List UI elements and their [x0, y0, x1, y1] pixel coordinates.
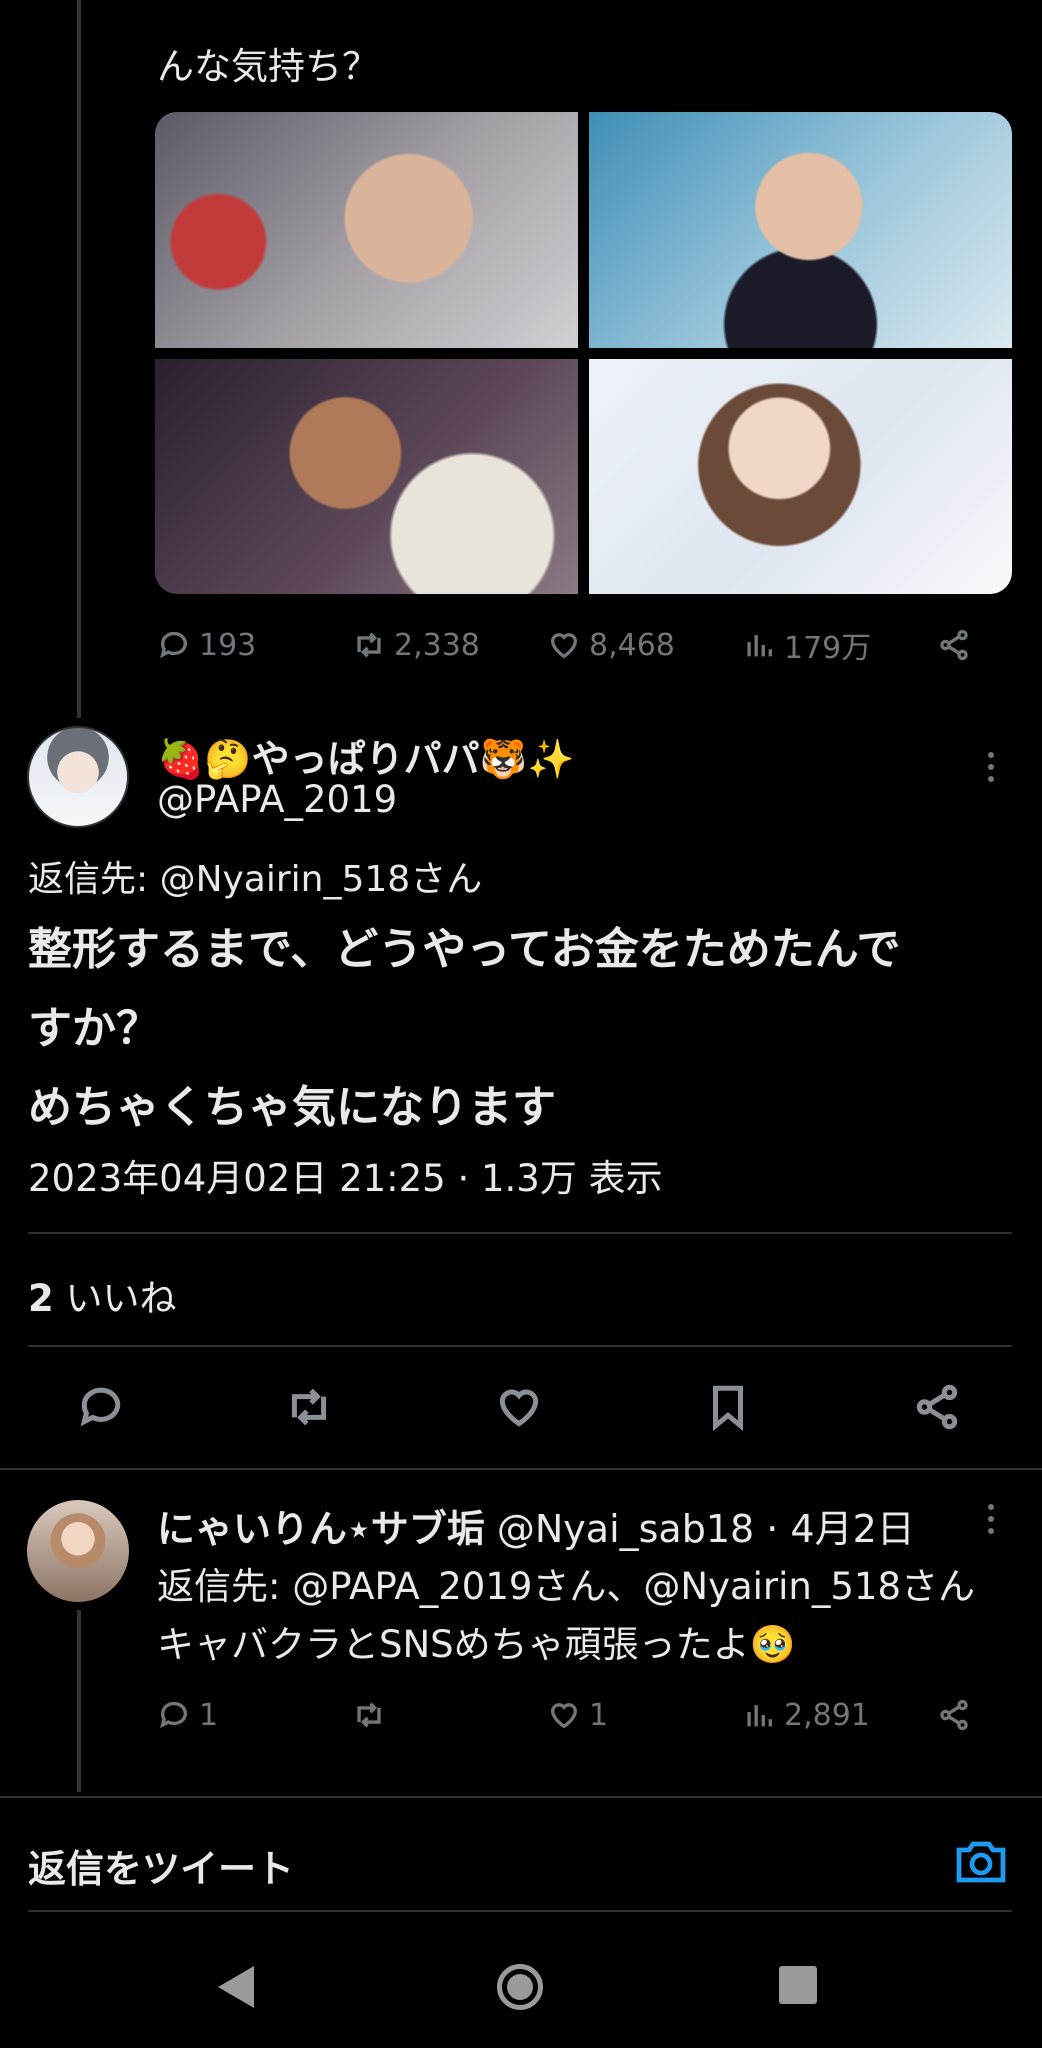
reply-count: 193 [199, 627, 257, 663]
display-name[interactable]: 🍓🤔やっぱりパパ🐯✨ [157, 728, 574, 783]
like-button[interactable] [494, 1382, 544, 1432]
media-photo-2[interactable] [589, 112, 1012, 348]
divider [0, 1796, 1042, 1798]
focused-tweet-actions [0, 1372, 1042, 1442]
camera-button[interactable] [955, 1838, 1007, 1884]
share-button[interactable] [912, 1382, 962, 1432]
back-icon[interactable] [218, 1966, 254, 2008]
views-button[interactable]: 179万 [742, 623, 871, 667]
camera-icon [956, 1841, 1006, 1883]
retweet-count: 2,338 [394, 627, 480, 663]
like-icon [550, 1703, 578, 1729]
reply-header[interactable]: にゃいりん⋆サブ垢 @Nyai_sab18 · 4月2日 [157, 1498, 915, 1553]
parent-tweet-actions: 193 2,338 8,468 179万 [157, 620, 987, 670]
share-button[interactable] [937, 1698, 971, 1732]
replying-to[interactable]: 返信先: @Nyairin_518さん [28, 850, 482, 902]
reply-display-name: にゃいりん⋆サブ垢 [157, 1507, 485, 1551]
divider [28, 1910, 1012, 1912]
reply-meta: @Nyai_sab18 · 4月2日 [484, 1507, 915, 1551]
share-icon [940, 629, 968, 661]
retweet-icon [357, 1702, 381, 1728]
thread-line-top [77, 0, 81, 718]
bookmark-button[interactable] [703, 1382, 753, 1432]
reply-body: キャバクラとSNSめちゃ頑張ったよ🥹 [157, 1623, 796, 1666]
parent-tweet-text: んな気持ち？ [157, 45, 379, 88]
media-photo-3[interactable] [155, 358, 578, 594]
divider [28, 1232, 1012, 1234]
likes-count: 2 [28, 1277, 54, 1320]
more-icon[interactable] [986, 752, 996, 782]
tweet-body-line: めちゃくちゃ気になります [28, 1082, 556, 1133]
avatar-papa[interactable] [27, 726, 129, 828]
reply-icon [160, 631, 188, 659]
like-button[interactable]: 8,468 [547, 628, 675, 663]
views-icon [747, 1705, 773, 1727]
media-photo-4[interactable] [589, 358, 1012, 594]
reply-icon [80, 1387, 121, 1427]
likes-summary[interactable]: 2 いいね [28, 1268, 177, 1322]
reply-count: 1 [199, 1697, 219, 1733]
views-icon [747, 635, 773, 657]
tweet-timestamp: 2023年04月02日 21:25 · 1.3万 表示 [28, 1157, 663, 1200]
share-icon [940, 1699, 968, 1731]
likes-label: いいね [53, 1277, 177, 1320]
more-icon[interactable] [986, 1504, 996, 1534]
share-icon [916, 1384, 958, 1430]
views-button[interactable]: 2,891 [742, 1698, 870, 1733]
divider [0, 1468, 1042, 1470]
reply-icon [160, 1701, 188, 1729]
like-count: 8,468 [589, 627, 675, 663]
reply-replying-to[interactable]: 返信先: @PAPA_2019さん、@Nyairin_518さん [157, 1556, 975, 1610]
retweet-icon [357, 632, 381, 658]
reply-composer[interactable]: 返信をツイート [28, 1838, 294, 1893]
thread-line-reply [77, 1610, 81, 1792]
reply-button[interactable] [76, 1382, 126, 1432]
views-count: 179万 [784, 631, 872, 666]
divider [28, 1345, 1012, 1347]
tweet-body: 整形するまで、どうやってお金をためたんで すか？ めちゃくちゃ気になります [28, 910, 1018, 1147]
share-button[interactable] [937, 628, 971, 662]
retweet-button[interactable]: 2,338 [352, 628, 480, 663]
retweet-button[interactable] [284, 1382, 334, 1432]
reply-button[interactable]: 193 [157, 628, 256, 663]
reply-tweet-actions: 1 1 2,891 [157, 1690, 987, 1740]
reply-button[interactable]: 1 [157, 1698, 218, 1733]
tweet-body-line: 整形するまで、どうやってお金をためたんで [28, 924, 901, 975]
like-count: 1 [589, 1697, 609, 1733]
like-icon [550, 633, 578, 659]
retweet-button[interactable] [352, 1698, 394, 1732]
bookmark-icon [713, 1385, 743, 1432]
retweet-icon [291, 1388, 327, 1426]
home-icon[interactable] [497, 1964, 543, 2010]
recents-icon[interactable] [779, 1966, 817, 2004]
like-button[interactable]: 1 [547, 1698, 608, 1733]
media-photo-1[interactable] [155, 112, 578, 348]
views-count: 2,891 [784, 1697, 870, 1733]
like-icon [499, 1389, 539, 1427]
tweet-body-line: すか？ [28, 1003, 160, 1054]
media-grid[interactable] [155, 112, 1012, 594]
user-handle[interactable]: @PAPA_2019 [157, 778, 397, 821]
avatar-nyairin[interactable] [27, 1500, 129, 1602]
